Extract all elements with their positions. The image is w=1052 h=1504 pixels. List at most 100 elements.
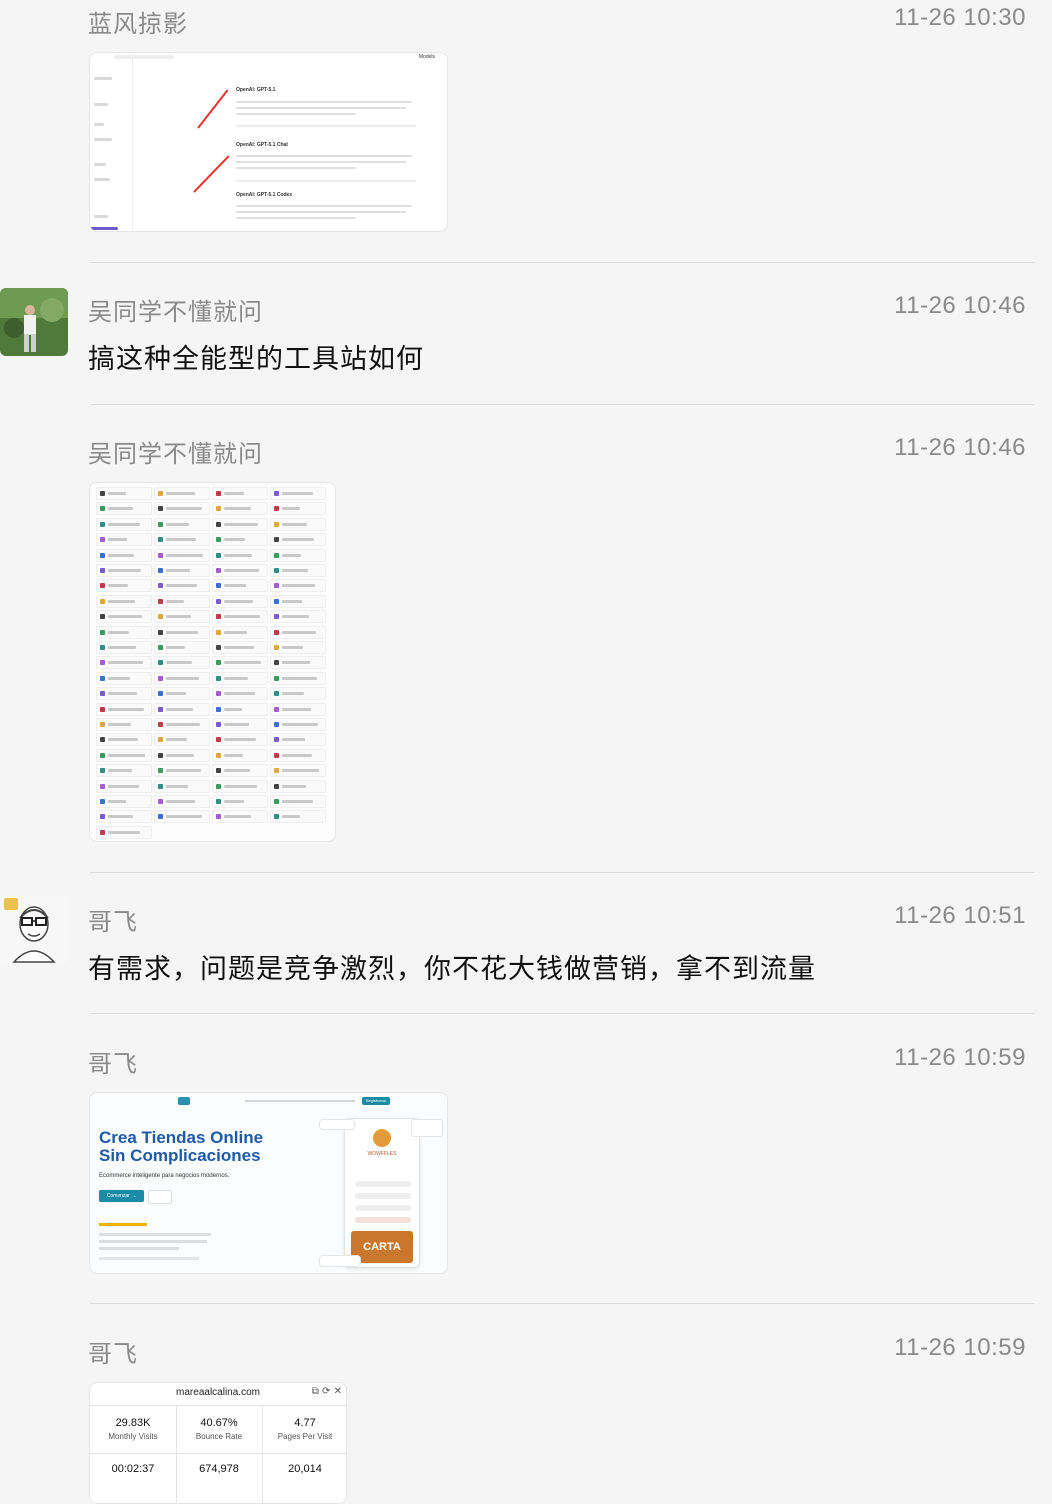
- tool-icon: [100, 675, 105, 681]
- tool-icon: [216, 706, 221, 712]
- metric-monthly-visits: 29.83K Monthly Visits: [108, 1417, 158, 1441]
- cta-button: Comenzar →: [99, 1190, 144, 1202]
- tool-label-blur: [166, 800, 195, 803]
- tool-label-blur: [282, 538, 314, 542]
- tool-grid-cell: [154, 718, 210, 731]
- tool-label-blur: [282, 599, 302, 603]
- tool-grid-cell: [270, 564, 326, 577]
- tool-label-blur: [224, 800, 244, 803]
- tool-icon: [274, 814, 279, 820]
- tool-label-blur: [282, 723, 318, 726]
- tool-grid-cell: [270, 810, 326, 824]
- avatar[interactable]: [0, 896, 68, 964]
- tool-label-blur: [166, 769, 201, 773]
- message-time: 11-26 10:30: [894, 4, 1026, 31]
- tool-icon: [100, 552, 105, 558]
- tool-icon: [100, 814, 105, 820]
- tool-grid-cell: [154, 656, 210, 670]
- tool-label-blur: [166, 553, 203, 557]
- tool-label-blur: [108, 769, 132, 773]
- tool-icon: [100, 629, 105, 635]
- image-thumbnail-ecommerce[interactable]: Registrarse Crea Tiendas Online Sin Comp…: [89, 1092, 448, 1274]
- tool-icon: [158, 691, 163, 697]
- tool-label-blur: [224, 553, 252, 557]
- tool-grid-cell: [154, 625, 210, 639]
- tool-grid-cell: [96, 810, 152, 824]
- tool-icon: [216, 568, 221, 573]
- tool-icon: [216, 614, 221, 620]
- tool-icon: [158, 537, 163, 543]
- tool-grid-cell: [154, 764, 210, 778]
- tool-icon: [100, 737, 105, 743]
- tool-label-blur: [166, 753, 194, 757]
- tool-grid-cell: [154, 517, 210, 531]
- tool-icon: [100, 521, 105, 527]
- sender-name[interactable]: 蓝风掠影: [88, 4, 188, 39]
- phone-mockup: WOWFFLES CARTA: [344, 1118, 420, 1268]
- tool-label-blur: [224, 522, 258, 526]
- tool-label-blur: [224, 723, 249, 726]
- tool-label-blur: [282, 522, 307, 526]
- tool-grid-cell: [96, 702, 152, 716]
- tool-label-blur: [282, 646, 303, 649]
- sender-name[interactable]: 吴同学不懂就问: [88, 434, 263, 469]
- tool-grid-cell: [270, 579, 326, 593]
- tool-icon: [274, 783, 279, 789]
- tool-icon: [274, 691, 279, 697]
- tool-icon: [216, 722, 221, 727]
- image-thumbnail-models[interactable]: Models OpenAI: GPT-5.1 OpenAI: GPT-5.1 C…: [89, 52, 448, 232]
- tool-label-blur: [108, 753, 145, 757]
- tool-label-blur: [282, 784, 306, 788]
- tool-grid-cell: [212, 502, 268, 516]
- metric-visit-duration: 00:02:37: [111, 1463, 155, 1475]
- message-time: 11-26 10:59: [894, 1334, 1026, 1361]
- sender-name[interactable]: 哥飞: [88, 1044, 138, 1079]
- message-time: 11-26 10:46: [894, 434, 1026, 461]
- tool-label-blur: [166, 707, 193, 711]
- tool-grid-cell: [96, 487, 152, 500]
- tool-icon: [216, 737, 221, 743]
- tool-grid-cell: [270, 641, 326, 654]
- message-time: 11-26 10:46: [894, 292, 1026, 319]
- tool-grid-cell: [212, 702, 268, 716]
- tool-icon: [274, 568, 279, 573]
- tool-grid-cell: [270, 502, 326, 516]
- message-divider: [90, 872, 1034, 873]
- tool-label-blur: [282, 584, 315, 588]
- tool-icon: [100, 491, 105, 496]
- image-thumbnail-traffic-stats[interactable]: mareaalcalina.com ⧉ ⟳ ✕ 29.83K Monthly V…: [89, 1382, 347, 1504]
- tool-icon: [158, 752, 163, 758]
- tool-grid-cell: [96, 748, 152, 762]
- tool-label-blur: [282, 738, 305, 742]
- image-thumbnail-tool-grid[interactable]: [89, 482, 336, 842]
- tool-grid-cell: [96, 641, 152, 654]
- tool-grid-cell: [270, 764, 326, 778]
- tool-grid-cell: [154, 779, 210, 793]
- tool-label-blur: [108, 584, 128, 588]
- tool-grid-cell: [212, 764, 268, 778]
- tool-label-blur: [166, 630, 198, 634]
- avatar[interactable]: [0, 288, 68, 356]
- tool-label-blur: [108, 599, 135, 603]
- tool-label-blur: [166, 692, 186, 696]
- tool-icon: [158, 583, 163, 589]
- site-logo-icon: [178, 1097, 190, 1105]
- tool-icon: [158, 491, 163, 496]
- sender-name[interactable]: 哥飞: [88, 902, 138, 937]
- tool-grid-cell: [154, 594, 210, 608]
- tool-grid-cell: [270, 718, 326, 731]
- tool-grid-cell: [96, 610, 152, 624]
- tool-icon: [100, 506, 105, 512]
- tool-icon: [158, 614, 163, 620]
- message-divider: [90, 1303, 1034, 1304]
- tool-icon: [158, 814, 163, 820]
- sender-name[interactable]: 吴同学不懂就问: [88, 292, 263, 327]
- sender-name[interactable]: 哥飞: [88, 1334, 138, 1369]
- tool-label-blur: [166, 723, 200, 726]
- tool-icon: [158, 783, 163, 789]
- tool-grid-cell: [212, 656, 268, 670]
- sidebar-panel: [90, 53, 133, 231]
- tool-label-blur: [282, 507, 300, 511]
- tool-label-blur: [224, 738, 256, 742]
- tool-icon: [274, 722, 279, 727]
